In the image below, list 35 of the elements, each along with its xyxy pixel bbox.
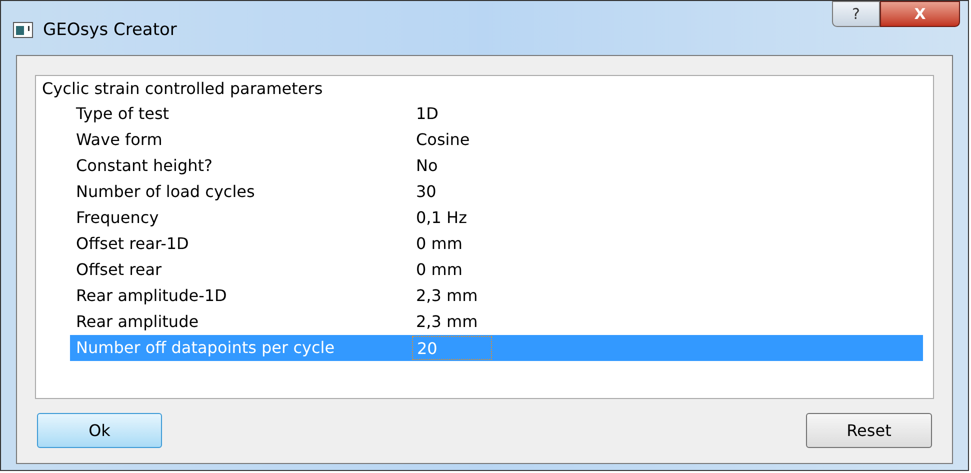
property-label: Wave form xyxy=(75,129,164,151)
ok-button[interactable]: Ok xyxy=(37,413,162,448)
property-label: Rear amplitude xyxy=(75,311,200,333)
property-label: Offset rear xyxy=(75,259,163,281)
property-value: No xyxy=(415,155,438,177)
property-label: Number off datapoints per cycle xyxy=(75,337,336,359)
window-title: GEOsys Creator xyxy=(43,19,177,42)
property-label: Constant height? xyxy=(75,155,214,177)
property-label: Frequency xyxy=(75,207,160,229)
property-value: Cosine xyxy=(415,129,470,151)
property-value: 2,3 mm xyxy=(415,285,478,307)
tree-row[interactable]: Offset rear-1D 0 mm xyxy=(70,231,923,257)
property-value: 30 xyxy=(415,181,436,203)
reset-button[interactable]: Reset xyxy=(806,413,932,448)
tree-row[interactable]: Number of load cycles 30 xyxy=(70,179,923,205)
property-label: Rear amplitude-1D xyxy=(75,285,228,307)
tree-row[interactable]: Wave form Cosine xyxy=(70,127,923,153)
property-value: 2,3 mm xyxy=(415,311,478,333)
property-value: 0 mm xyxy=(415,233,462,255)
tree-group[interactable]: Cyclic strain controlled parameters xyxy=(36,77,933,101)
tree-row[interactable]: Offset rear 0 mm xyxy=(70,257,923,283)
property-value: 20 xyxy=(412,336,492,360)
help-button[interactable]: ? xyxy=(832,1,880,27)
property-label: Offset rear-1D xyxy=(75,233,190,255)
tree-row[interactable]: Constant height? No xyxy=(70,153,923,179)
property-value: 1D xyxy=(415,103,438,125)
tree-row[interactable]: Type of test 1D xyxy=(70,101,923,127)
tree-row[interactable]: Rear amplitude 2,3 mm xyxy=(70,309,923,335)
property-value: 0 mm xyxy=(415,259,462,281)
property-value: 0,1 Hz xyxy=(415,207,467,229)
tree-row[interactable]: Rear amplitude-1D 2,3 mm xyxy=(70,283,923,309)
tree-row[interactable]: Frequency 0,1 Hz xyxy=(70,205,923,231)
property-label: Type of test xyxy=(75,103,170,125)
window-icon xyxy=(13,22,33,38)
property-label: Number of load cycles xyxy=(75,181,256,203)
